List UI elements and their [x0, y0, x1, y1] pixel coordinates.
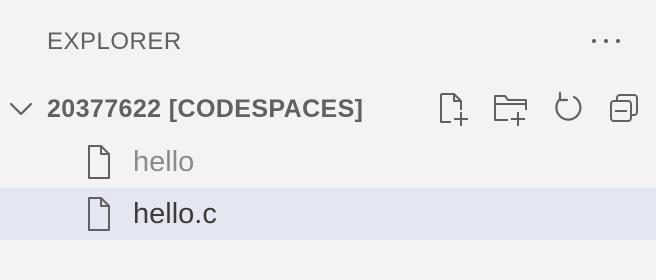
- new-folder-button[interactable]: [490, 88, 530, 128]
- file-icon: [88, 145, 110, 179]
- explorer-header: EXPLORER: [0, 0, 656, 82]
- workspace-section-header[interactable]: 20377622 [CODESPACES]: [0, 82, 656, 134]
- file-icon: [88, 197, 110, 231]
- collapse-all-icon: [610, 94, 638, 122]
- file-label: hello.c: [133, 198, 217, 230]
- file-row-hello-c[interactable]: hello.c: [0, 188, 656, 240]
- ellipsis-icon: [592, 39, 596, 43]
- more-actions-button[interactable]: [586, 26, 626, 56]
- file-row-hello[interactable]: hello: [0, 136, 656, 188]
- new-folder-icon: [494, 95, 527, 126]
- refresh-button[interactable]: [548, 88, 588, 128]
- explorer-title: EXPLORER: [47, 28, 182, 55]
- explorer-panel: EXPLORER 20377622 [CODESPACES] hello hel…: [0, 0, 656, 280]
- collapse-all-button[interactable]: [604, 88, 644, 128]
- chevron-down-icon: [9, 102, 33, 116]
- new-file-button[interactable]: [434, 88, 474, 128]
- ellipsis-dot: [604, 39, 608, 43]
- refresh-icon: [555, 91, 582, 121]
- workspace-title: 20377622 [CODESPACES]: [47, 95, 364, 123]
- ellipsis-dot: [616, 39, 620, 43]
- new-file-icon: [440, 93, 468, 126]
- file-label: hello: [133, 146, 195, 178]
